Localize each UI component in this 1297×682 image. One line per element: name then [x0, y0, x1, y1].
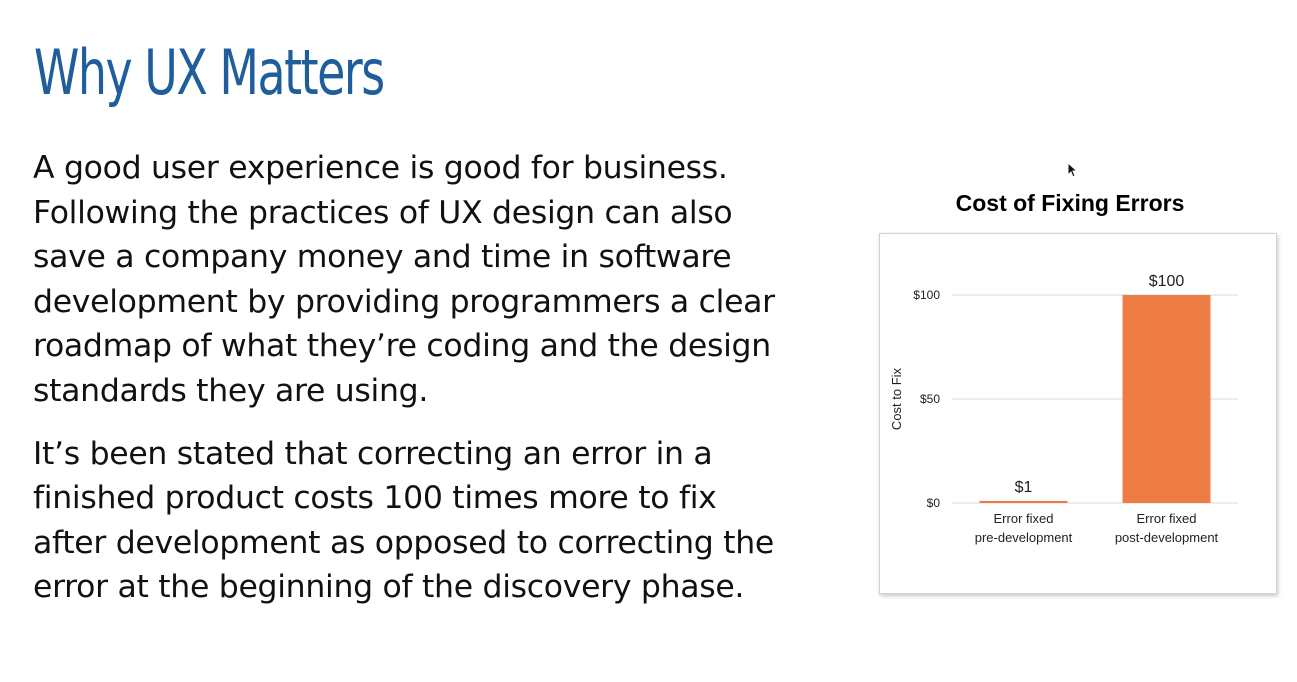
- x-category-label: post-development: [1115, 530, 1219, 545]
- body-line: roadmap of what they’re coding and the d…: [33, 328, 771, 365]
- x-category-label: pre-development: [975, 530, 1073, 545]
- body-text: A good user experience is good for busin…: [33, 146, 873, 628]
- chart-canvas: Cost to Fix $0 $50 $100 $1 Error fixed pre-de…: [889, 273, 1238, 545]
- chart-title: Cost of Fixing Errors: [955, 190, 1185, 216]
- body-line: after development as opposed to correcti…: [33, 524, 774, 561]
- x-category-label: Error fixed: [1137, 511, 1197, 526]
- body-line: finished product costs 100 times more to…: [33, 480, 717, 517]
- bar: [979, 500, 1068, 503]
- body-line: development by providing programmers a c…: [33, 283, 775, 320]
- x-category-label: Error fixed: [994, 511, 1054, 526]
- body-line: A good user experience is good for busin…: [33, 150, 728, 186]
- paragraph-error-cost: It’s been stated that correcting an erro…: [33, 432, 873, 610]
- body-line: Following the practices of UX design can…: [33, 194, 733, 231]
- y-tick-label: $100: [913, 288, 940, 302]
- bar-data-label: $1: [1015, 479, 1033, 496]
- y-tick-label: $50: [920, 392, 940, 406]
- bar-data-label: $100: [1149, 273, 1185, 290]
- body-line: standards they are using.: [33, 372, 429, 409]
- body-line: error at the beginning of the discovery …: [33, 569, 745, 606]
- bar: [1122, 295, 1211, 503]
- body-line: save a company money and time in softwar…: [33, 239, 732, 276]
- paragraph-business: A good user experience is good for busin…: [33, 146, 873, 414]
- slide: Why UX Matters A good user experience is…: [0, 0, 1297, 682]
- mouse-pointer-icon: [1067, 162, 1077, 178]
- y-tick-label: $0: [927, 496, 941, 510]
- body-line: It’s been stated that correcting an erro…: [33, 435, 713, 472]
- y-axis-label: Cost to Fix: [889, 367, 904, 430]
- slide-title: Why UX Matters: [34, 36, 385, 109]
- bar-chart: Cost to Fix $0 $50 $100 $1 Error fixed pre-de…: [879, 233, 1277, 594]
